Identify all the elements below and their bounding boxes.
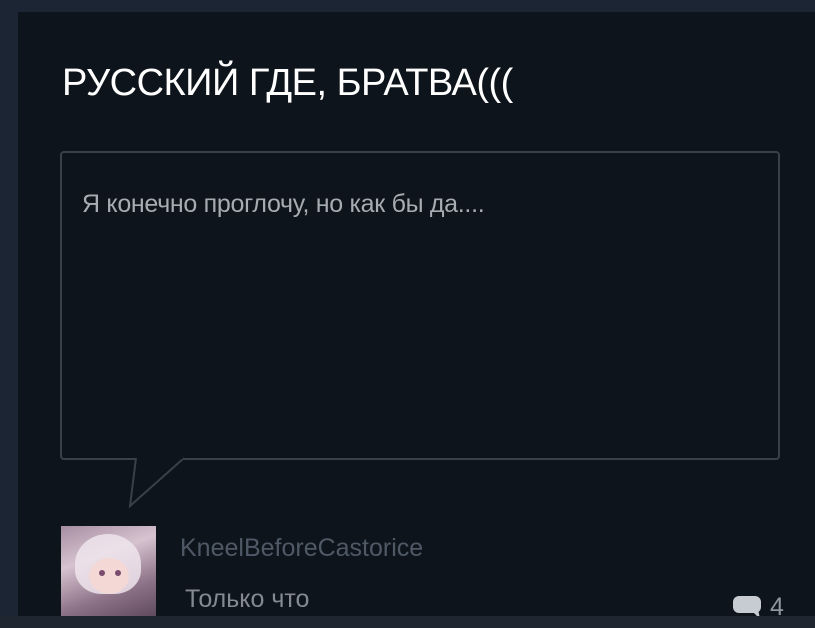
app-frame: РУССКИЙ ГДЕ, БРАТВА((( Я конечно проглоч… bbox=[0, 0, 815, 628]
avatar-eye-left bbox=[99, 570, 105, 576]
post-preview-text: Я конечно проглочу, но как бы да.... bbox=[82, 190, 485, 218]
comment-count[interactable]: 4 bbox=[732, 592, 784, 616]
topic-title[interactable]: РУССКИЙ ГДЕ, БРАТВА((( bbox=[62, 62, 513, 105]
author-avatar[interactable] bbox=[61, 526, 156, 616]
bubble-tail bbox=[128, 456, 185, 509]
comment-count-value: 4 bbox=[770, 592, 784, 617]
avatar-face bbox=[89, 558, 129, 594]
avatar-eye-right bbox=[115, 570, 121, 576]
discussion-card[interactable]: РУССКИЙ ГДЕ, БРАТВА((( Я конечно проглоч… bbox=[18, 12, 815, 616]
post-preview-bubble[interactable]: Я конечно проглочу, но как бы да.... bbox=[60, 151, 780, 460]
author-name[interactable]: KneelBeforeCastorice bbox=[180, 534, 423, 563]
bottom-edge bbox=[0, 616, 815, 628]
speech-bubble-icon bbox=[733, 596, 761, 616]
post-timestamp: Только что bbox=[185, 585, 310, 613]
